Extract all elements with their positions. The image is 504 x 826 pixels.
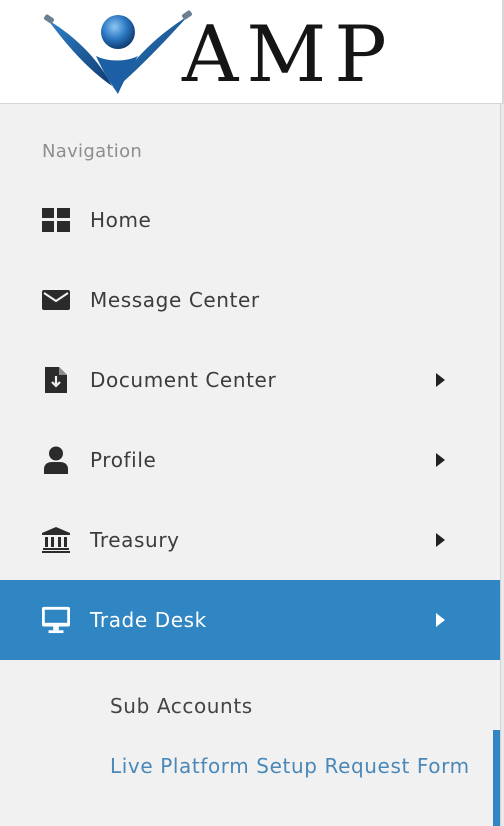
nav-item-message-center[interactable]: Message Center [0,260,500,340]
nav-item-document-center[interactable]: Document Center [0,340,500,420]
submenu-item-sub-accounts[interactable]: Sub Accounts [110,689,253,723]
header: AMP [0,0,504,104]
sidebar-border [500,104,504,826]
dashboard-grid-icon [42,206,70,234]
user-icon [42,446,70,474]
nav-item-label: Home [90,208,152,232]
nav-item-profile[interactable]: Profile [0,420,500,500]
chevron-right-icon [436,453,445,467]
nav-item-home[interactable]: Home [0,180,500,260]
nav-item-label: Document Center [90,368,277,392]
navigation-heading: Navigation [42,141,143,162]
nav-item-trade-desk[interactable]: Trade Desk [0,580,500,660]
submenu-item-live-platform-setup[interactable]: Live Platform Setup Request Form [110,749,480,783]
nav-item-treasury[interactable]: Treasury [0,500,500,580]
logo-icon [43,10,193,94]
envelope-icon [42,286,70,314]
nav-item-label: Profile [90,448,157,472]
scrollbar-thumb[interactable] [493,730,500,826]
monitor-icon [42,606,70,634]
document-download-icon [42,366,70,394]
app-page: AMP Navigation Home Message Center Docum… [0,0,504,826]
nav-item-label: Treasury [90,528,180,552]
nav-item-label: Trade Desk [90,608,207,632]
chevron-right-icon [436,613,445,627]
nav-item-label: Message Center [90,288,260,312]
logo-wordmark: AMP [182,10,395,100]
chevron-right-icon [436,533,445,547]
chevron-right-icon [436,373,445,387]
bank-icon [42,526,70,554]
